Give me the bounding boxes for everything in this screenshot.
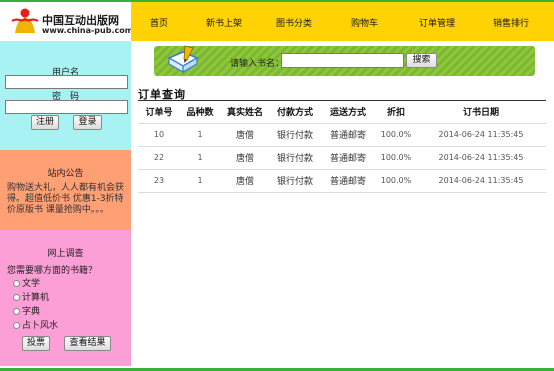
- search-input[interactable]: [281, 53, 404, 68]
- cell-order-id: 23: [138, 169, 180, 193]
- radio-icon[interactable]: [13, 280, 20, 287]
- cell-payment: 银行付款: [270, 146, 320, 170]
- survey-title: 网上调查: [47, 249, 84, 259]
- survey-option-computer[interactable]: 计算机: [13, 290, 49, 303]
- login-button[interactable]: 登录: [73, 115, 102, 130]
- logo-icon: [11, 8, 39, 33]
- nav-new-books[interactable]: 新书上架: [206, 16, 242, 29]
- radio-icon[interactable]: [13, 322, 20, 329]
- col-order-id: 订单号: [138, 101, 180, 124]
- col-item-count: 品种数: [180, 101, 220, 124]
- cell-shipping: 普通邮寄: [320, 169, 376, 193]
- vote-button[interactable]: 投票: [22, 336, 50, 351]
- orders-table: 订单号 品种数 真实姓名 付款方式 运送方式 折扣 订书日期 10 1 唐僧 银…: [138, 101, 546, 193]
- cell-payment: 银行付款: [270, 169, 320, 193]
- cell-real-name: 唐僧: [220, 169, 270, 193]
- survey-panel: 网上调查 您需要哪方面的书籍？ 文学 计算机 字典 占卜风水 投票 查看结果: [0, 230, 131, 366]
- col-real-name: 真实姓名: [220, 101, 270, 124]
- login-panel: 用户名 密 码 注册 登录: [0, 41, 131, 150]
- table-row[interactable]: 22 1 唐僧 银行付款 普通邮寄 100.0% 2014-06-24 11:3…: [138, 146, 546, 170]
- cell-shipping: 普通邮寄: [320, 146, 376, 170]
- survey-option-fengshui[interactable]: 占卜风水: [13, 318, 58, 331]
- cell-payment: 银行付款: [270, 123, 320, 147]
- cell-item-count: 1: [180, 123, 220, 147]
- search-button[interactable]: 搜索: [406, 53, 437, 68]
- cell-discount: 100.0%: [376, 123, 416, 147]
- cell-order-date: 2014-06-24 11:35:45: [416, 123, 546, 147]
- radio-icon[interactable]: [13, 294, 20, 301]
- survey-option-dictionary[interactable]: 字典: [13, 304, 40, 317]
- table-row[interactable]: 23 1 唐僧 银行付款 普通邮寄 100.0% 2014-06-24 11:3…: [138, 169, 546, 193]
- search-bar: 请输入书名： 搜索: [154, 45, 535, 76]
- notice-panel: 站内公告 购物送大礼，人人都有机会获得。超值低价书 优惠1-3折特价原版书 课量…: [0, 150, 131, 230]
- password-input[interactable]: [5, 100, 128, 114]
- cell-real-name: 唐僧: [220, 123, 270, 147]
- cell-order-id: 22: [138, 146, 180, 170]
- cell-order-date: 2014-06-24 11:35:45: [416, 169, 546, 193]
- survey-option-label: 字典: [22, 307, 41, 317]
- cell-item-count: 1: [180, 169, 220, 193]
- nav-orders[interactable]: 订单管理: [419, 16, 455, 29]
- survey-option-literature[interactable]: 文学: [13, 276, 40, 289]
- top-nav: 首页 新书上架 图书分类 购物车 订单管理 销售排行: [131, 2, 554, 41]
- col-discount: 折扣: [376, 101, 416, 124]
- col-shipping: 运送方式: [320, 101, 376, 124]
- col-order-date: 订书日期: [416, 101, 546, 124]
- site-url: www.china-pub.com: [42, 26, 134, 35]
- book-pen-icon: [167, 45, 199, 74]
- cell-item-count: 1: [180, 146, 220, 170]
- site-logo[interactable]: 中国互动出版网 www.china-pub.com: [0, 2, 134, 41]
- table-row[interactable]: 10 1 唐僧 银行付款 普通邮寄 100.0% 2014-06-24 11:3…: [138, 123, 546, 147]
- col-payment: 付款方式: [270, 101, 320, 124]
- username-input[interactable]: [5, 75, 128, 89]
- cell-real-name: 唐僧: [220, 146, 270, 170]
- cell-order-date: 2014-06-24 11:35:45: [416, 146, 546, 170]
- nav-bestsellers[interactable]: 销售排行: [493, 16, 529, 29]
- survey-option-label: 文学: [22, 279, 41, 289]
- notice-title: 站内公告: [47, 169, 84, 179]
- radio-icon[interactable]: [13, 308, 20, 315]
- survey-option-label: 计算机: [22, 293, 50, 303]
- cell-discount: 100.0%: [376, 169, 416, 193]
- search-label: 请输入书名：: [230, 59, 285, 69]
- survey-question: 您需要哪方面的书籍？: [7, 266, 98, 276]
- nav-cart[interactable]: 购物车: [351, 16, 378, 29]
- table-header-row: 订单号 品种数 真实姓名 付款方式 运送方式 折扣 订书日期: [138, 101, 546, 124]
- cell-shipping: 普通邮寄: [320, 123, 376, 147]
- cell-discount: 100.0%: [376, 146, 416, 170]
- register-button[interactable]: 注册: [31, 115, 59, 130]
- nav-categories[interactable]: 图书分类: [276, 16, 312, 29]
- survey-option-label: 占卜风水: [22, 321, 59, 331]
- cell-order-id: 10: [138, 123, 180, 147]
- notice-text: 购物送大礼，人人都有机会获得。超值低价书 优惠1-3折特价原版书 课量抢购中。。…: [7, 183, 125, 215]
- nav-home[interactable]: 首页: [150, 16, 168, 29]
- view-results-button[interactable]: 查看结果: [64, 336, 111, 351]
